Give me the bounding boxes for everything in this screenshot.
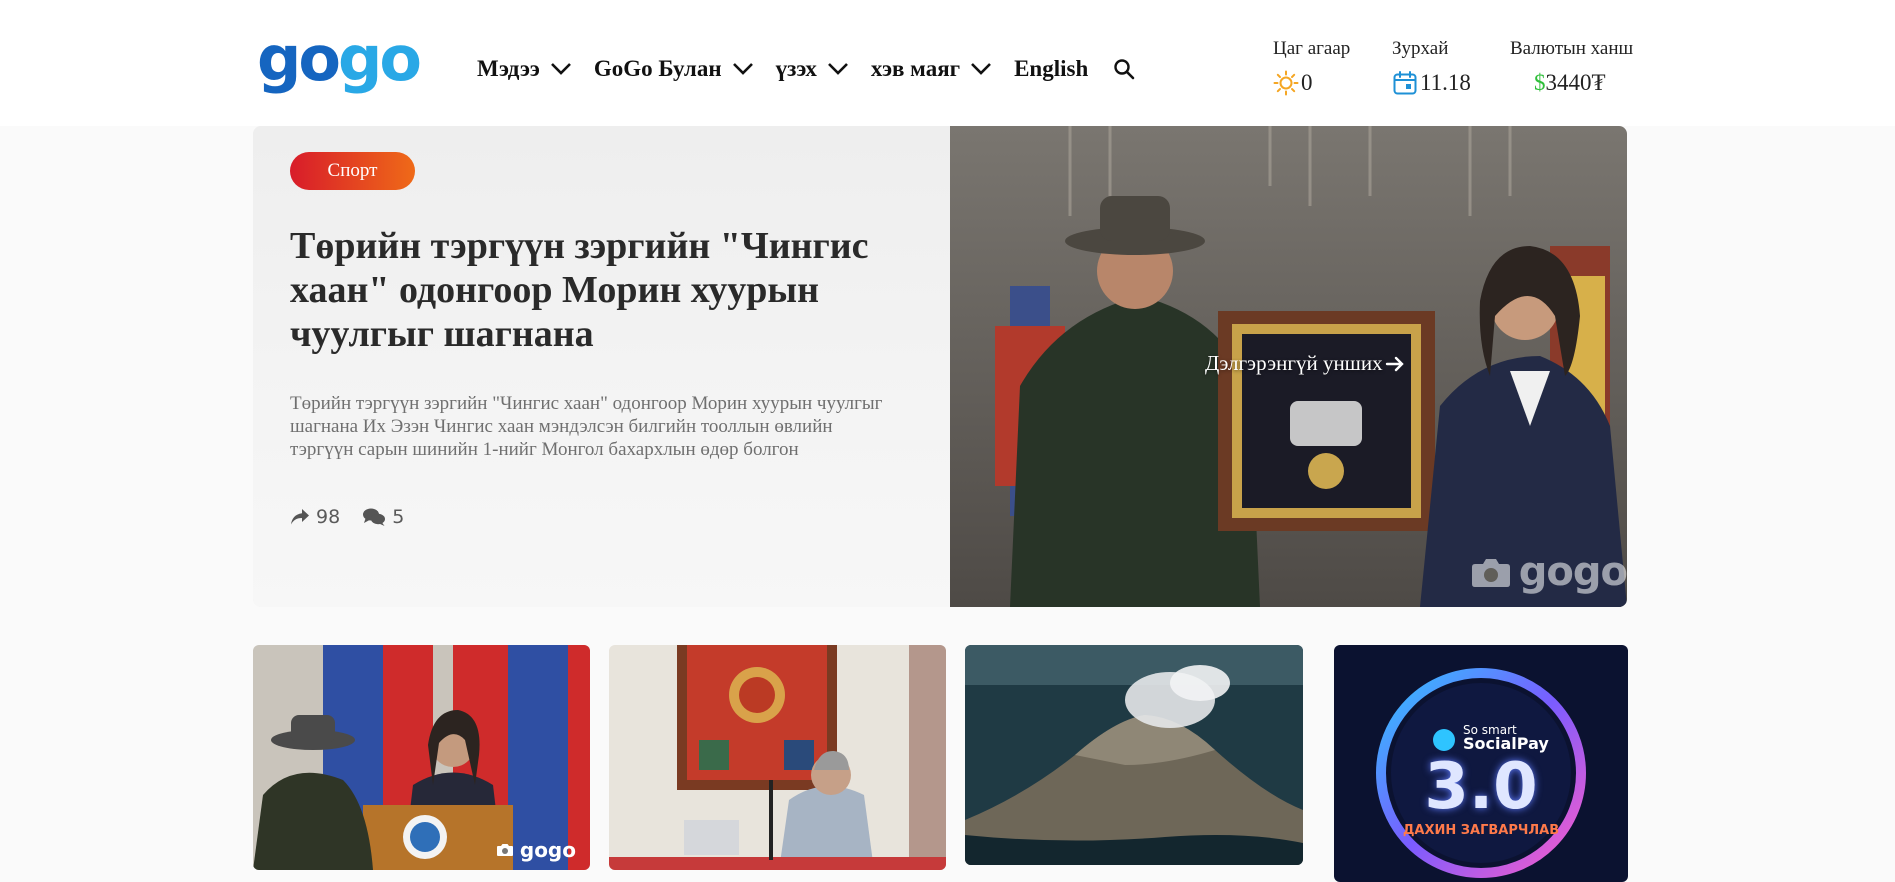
nav-item-watch[interactable]: үзэх: [776, 56, 849, 82]
ad-version: 3.0: [1424, 750, 1538, 824]
article-title[interactable]: Төрийн тэргүүн зэргийн "Чингис хаан" одо…: [290, 224, 900, 356]
horoscope-label: Зурхай: [1392, 38, 1449, 59]
article-card[interactable]: gogo: [253, 645, 590, 870]
ad-banner-socialpay[interactable]: So smart SocialPay 3.0 ДАХИН ЗАГВАРЧЛАВ: [1334, 645, 1628, 882]
read-more-label: Дэлгэрэнгүй унших: [1205, 351, 1383, 375]
weather-value: 0: [1301, 70, 1313, 95]
category-badge[interactable]: Спорт: [290, 152, 415, 190]
article-card[interactable]: [609, 645, 946, 870]
comment-count-value: 5: [392, 506, 405, 528]
card-watermark-text: gogo: [519, 838, 576, 862]
horoscope-widget[interactable]: Зурхай 11.18: [1392, 38, 1471, 96]
horoscope-value: 11.18: [1420, 70, 1471, 95]
read-more-link[interactable]: Дэлгэрэнгүй унших: [1205, 351, 1405, 376]
card-image-volcano: [965, 645, 1303, 865]
chevron-down-icon: [971, 63, 992, 75]
nav-item-gogo-bulan[interactable]: GoGo Булан: [594, 56, 754, 82]
nav-item-news[interactable]: Мэдээ: [477, 56, 572, 82]
share-icon: [291, 509, 309, 525]
comment-count[interactable]: 5: [362, 506, 404, 528]
nav-item-label: GoGo Булан: [593, 56, 722, 81]
article-card[interactable]: [965, 645, 1303, 865]
article-stats: 98 5: [290, 506, 426, 528]
weather-label: Цаг агаар: [1273, 38, 1351, 59]
weather-widget[interactable]: Цаг агаар 0: [1273, 38, 1350, 96]
ad-subtitle: ДАХИН ЗАГВАРЧЛАВ: [1402, 823, 1560, 838]
camera-icon: [496, 844, 513, 856]
calendar-icon: [1393, 71, 1417, 95]
nav-item-label: English: [1014, 56, 1089, 81]
article-description: Төрийн тэргүүн зэргийн "Чингис хаан" одо…: [290, 393, 883, 460]
main-nav: Мэдээ GoGo Булан үзэх хэв маяг English: [477, 51, 1136, 87]
chevron-down-icon: [732, 63, 753, 75]
nav-item-style[interactable]: хэв маяг: [871, 56, 992, 82]
currency-widget[interactable]: Валютын ханш $ 3440₮: [1510, 38, 1633, 96]
card-image-speaker: [609, 645, 946, 870]
featured-article-image[interactable]: Дэлгэрэнгүй унших gogo: [950, 126, 1627, 607]
logo-part-2: go: [337, 22, 422, 95]
watermark-text: gogo: [1518, 549, 1627, 595]
comments-icon: [363, 508, 386, 526]
card-image-speech: [253, 645, 590, 870]
chevron-down-icon: [827, 63, 848, 75]
nav-item-label: үзэх: [775, 56, 817, 81]
dollar-icon: $: [1534, 70, 1546, 95]
arrow-right-icon: [1385, 356, 1404, 371]
chevron-down-icon: [550, 63, 571, 75]
search-icon[interactable]: [1112, 57, 1136, 81]
gogo-logo[interactable]: go go: [257, 22, 422, 98]
nav-item-english[interactable]: English: [1014, 56, 1088, 82]
logo-part-1: go: [257, 22, 341, 95]
nav-item-label: Мэдээ: [477, 56, 540, 81]
featured-article[interactable]: Спорт Төрийн тэргүүн зэргийн "Чингис хаа…: [253, 126, 1627, 607]
featured-article-text: Спорт Төрийн тэргүүн зэргийн "Чингис хаа…: [253, 126, 950, 607]
share-count[interactable]: 98: [290, 506, 340, 528]
currency-label: Валютын ханш: [1510, 38, 1634, 59]
currency-value: 3440₮: [1545, 70, 1606, 95]
photo-watermark: gogo: [1471, 549, 1627, 595]
card-watermark: gogo: [496, 838, 576, 862]
site-header: go go Мэдээ GoGo Булан үзэх хэв маяг Eng…: [0, 0, 1895, 126]
camera-icon: [1471, 559, 1510, 587]
nav-item-label: хэв маяг: [870, 56, 961, 81]
sun-icon: [1273, 70, 1299, 96]
share-count-value: 98: [316, 506, 341, 528]
